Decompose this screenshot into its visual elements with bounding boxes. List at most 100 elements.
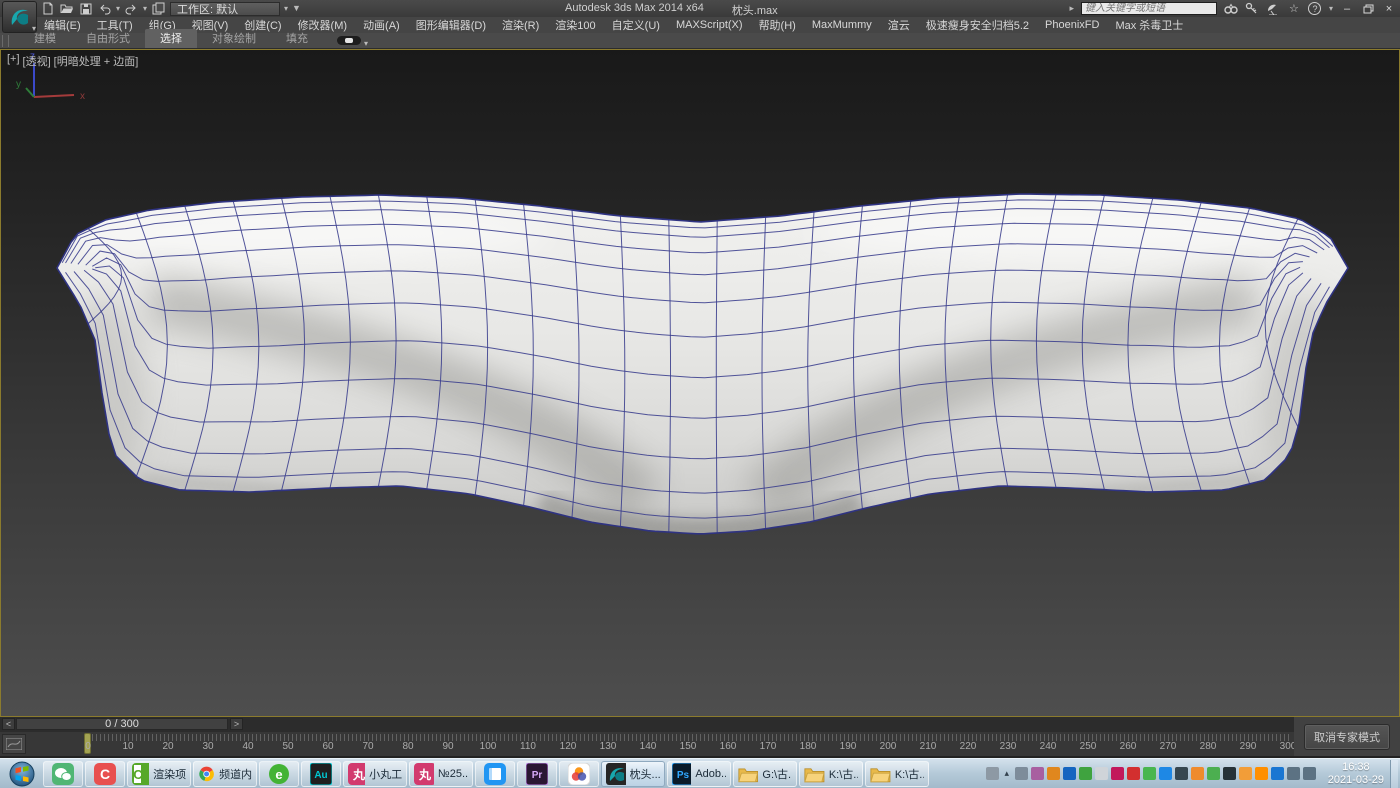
next-frame-button[interactable]: >: [230, 718, 243, 730]
app-logo-button[interactable]: ▾: [2, 1, 37, 33]
taskbar-button-label: №25...: [438, 768, 468, 780]
project-folder-icon[interactable]: [151, 2, 166, 16]
input-method-icon[interactable]: [986, 767, 999, 780]
premiere-button[interactable]: Pr: [517, 761, 557, 787]
help-icon[interactable]: ?: [1308, 2, 1322, 16]
taskbar-clock[interactable]: 16:38 2021-03-29: [1328, 761, 1384, 787]
chat-black-icon[interactable]: [1175, 767, 1188, 780]
menu-item-15[interactable]: 极速瘦身安全归档5.2: [918, 17, 1037, 33]
viewport-menu-view[interactable]: [透视]: [23, 53, 51, 69]
viewport-menu-plus[interactable]: [+]: [7, 53, 20, 69]
toolbar-grip[interactable]: [2, 35, 9, 47]
hidden-icons-caret[interactable]: ▴: [1002, 768, 1012, 779]
menu-item-17[interactable]: Max 杀毒卫士: [1107, 17, 1191, 33]
communication-center-icon[interactable]: [1266, 2, 1280, 16]
undo-icon[interactable]: [97, 2, 112, 16]
ribbon-options-caret[interactable]: ▾: [364, 40, 368, 48]
ribbon-tab-1[interactable]: 自由形式: [71, 29, 145, 48]
help-dropdown-caret[interactable]: ▾: [1329, 5, 1333, 13]
camera-orange-icon[interactable]: [1239, 767, 1252, 780]
menu-item-14[interactable]: 渲云: [880, 17, 918, 33]
browser-360-button[interactable]: e: [259, 761, 299, 787]
ruler-label-140: 140: [640, 741, 657, 752]
frame-counter[interactable]: 0 / 300: [16, 718, 228, 730]
ruler-label-160: 160: [720, 741, 737, 752]
show-desktop-button[interactable]: [1390, 760, 1398, 788]
menu-item-6[interactable]: 动画(A): [355, 17, 408, 33]
menu-item-10[interactable]: 自定义(U): [604, 17, 668, 33]
explorer-window-g[interactable]: G:\古...: [733, 761, 797, 787]
c-green-icon[interactable]: [1079, 767, 1092, 780]
start-button[interactable]: [3, 761, 41, 787]
menu-item-11[interactable]: MAXScript(X): [668, 19, 751, 31]
mini-curve-editor-button[interactable]: [2, 734, 26, 754]
ribbon-tab-2[interactable]: 选择: [145, 29, 197, 48]
pdf-icon[interactable]: [1127, 767, 1140, 780]
video-editor-button[interactable]: [475, 761, 515, 787]
undo-dropdown-caret[interactable]: ▾: [116, 5, 120, 13]
menu-item-12[interactable]: 帮助(H): [751, 17, 804, 33]
infocenter: ▸ ☆ ? ▾ – ×: [1069, 1, 1396, 16]
menu-item-9[interactable]: 渲染100: [547, 17, 603, 33]
perspective-viewport[interactable]: [+] [透视] [明暗处理 + 边面] z x y: [0, 49, 1400, 717]
chrome-window[interactable]: 频道内...: [193, 761, 257, 787]
ribbon-tab-4[interactable]: 填充: [271, 29, 323, 48]
menu-item-16[interactable]: PhoenixFD: [1037, 19, 1107, 31]
menu-item-7[interactable]: 图形编辑器(D): [408, 17, 494, 33]
open-file-icon[interactable]: [59, 2, 74, 16]
speaker-icon[interactable]: [1287, 767, 1300, 780]
nvidia-tray-icon[interactable]: [1031, 767, 1044, 780]
restore-button[interactable]: [1361, 2, 1375, 15]
photoshop-window[interactable]: PsAdob...: [667, 761, 731, 787]
e-blue-icon[interactable]: [1271, 767, 1284, 780]
camtasia-project-window[interactable]: C渲染项...: [127, 761, 191, 787]
menu-item-8[interactable]: 渲染(R): [494, 17, 547, 33]
pillow-model-render[interactable]: [0, 49, 1400, 717]
3dsmax-window[interactable]: 枕头....: [601, 761, 665, 787]
ribbon-minimize-button[interactable]: [337, 36, 361, 45]
cancel-expert-mode-button[interactable]: 取消专家模式: [1305, 725, 1389, 749]
audition-button[interactable]: Au: [301, 761, 341, 787]
explorer-window-k2[interactable]: K:\古...: [865, 761, 929, 787]
camtasia-button[interactable]: C: [85, 761, 125, 787]
workspace-selector[interactable]: 工作区: 默认: [170, 2, 280, 16]
screen-record-icon[interactable]: [1223, 767, 1236, 780]
shield-green-icon[interactable]: [1207, 767, 1220, 780]
orange-box-icon[interactable]: [1191, 767, 1204, 780]
new-scene-icon[interactable]: [40, 2, 55, 16]
infocenter-arrow-icon[interactable]: ▸: [1069, 4, 1074, 13]
key-icon[interactable]: [1245, 2, 1259, 16]
wan-red-tray-icon[interactable]: [1111, 767, 1124, 780]
3dsmax-application-window: ▾ ▾ 工作区: 默认 ▾ ▼ Autodesk 3ds Max 2014 x6…: [0, 0, 1400, 788]
snowflake-icon[interactable]: [1015, 767, 1028, 780]
minimize-button[interactable]: –: [1340, 2, 1354, 15]
close-button[interactable]: ×: [1382, 2, 1396, 15]
search-binoculars-icon[interactable]: [1224, 2, 1238, 16]
k-blue-icon[interactable]: [1063, 767, 1076, 780]
sync-blue-icon[interactable]: [1159, 767, 1172, 780]
media-circles-button[interactable]: [559, 761, 599, 787]
xiaowan-tool-window[interactable]: 丸小丸工...: [343, 761, 407, 787]
system-tray: ▴: [986, 767, 1322, 780]
wechat-button[interactable]: [43, 761, 83, 787]
viewport-menu-shading[interactable]: [明暗处理 + 边面]: [54, 53, 139, 69]
logo-dropdown-caret[interactable]: ▾: [32, 25, 36, 33]
redo-dropdown-caret[interactable]: ▾: [143, 5, 147, 13]
favorites-star-icon[interactable]: ☆: [1287, 2, 1301, 16]
orange-utility-icon[interactable]: [1047, 767, 1060, 780]
media-circles-tray-icon[interactable]: [1095, 767, 1108, 780]
toolbar-flyout-caret[interactable]: ▼: [292, 4, 301, 13]
xiaowan-tool-window-2[interactable]: 丸№25...: [409, 761, 473, 787]
network-icon[interactable]: [1303, 767, 1316, 780]
redo-icon[interactable]: [124, 2, 139, 16]
menu-item-13[interactable]: MaxMummy: [804, 19, 880, 31]
previous-frame-button[interactable]: <: [2, 718, 15, 730]
wechat-tray-icon[interactable]: [1143, 767, 1156, 780]
flame-icon[interactable]: [1255, 767, 1268, 780]
search-input[interactable]: [1081, 2, 1217, 15]
track-bar[interactable]: 0102030405060708090100110120130140150160…: [0, 732, 1294, 756]
workspace-dropdown-caret[interactable]: ▾: [284, 5, 288, 13]
ribbon-tab-3[interactable]: 对象绘制: [197, 29, 271, 48]
save-file-icon[interactable]: [78, 2, 93, 16]
explorer-window-k1[interactable]: K:\古...: [799, 761, 863, 787]
